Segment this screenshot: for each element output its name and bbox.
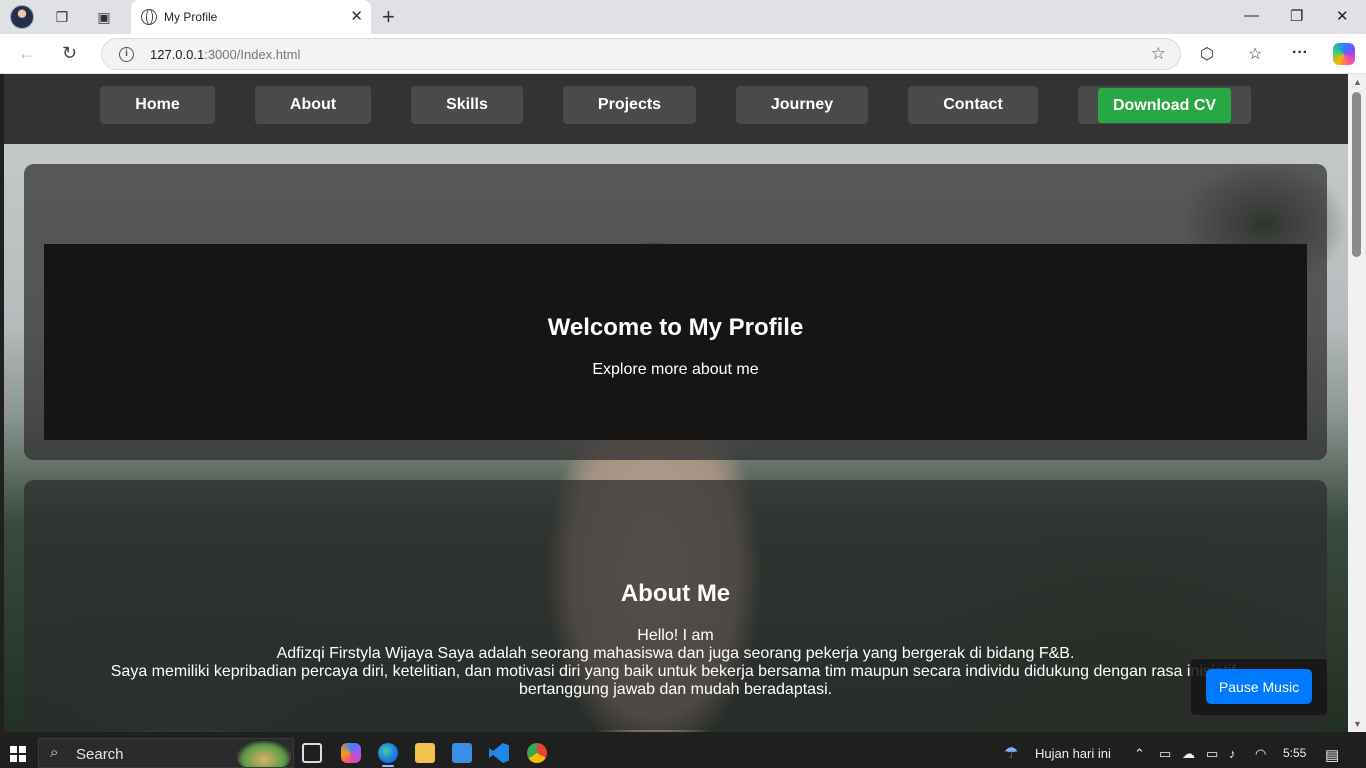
start-button[interactable] (10, 746, 26, 762)
vscode-icon[interactable] (489, 743, 509, 763)
show-hidden-icons-icon[interactable]: ⌃ (1134, 746, 1145, 762)
address-bar[interactable]: i 127.0.0.1:3000/Index.html ☆ (101, 38, 1181, 70)
search-label: Search (76, 746, 124, 763)
new-tab-button[interactable]: + (382, 4, 395, 30)
about-line: Adfizqi Firstyla Wijaya Saya adalah seor… (276, 645, 1075, 662)
tab-title: My Profile (164, 10, 218, 24)
file-explorer-icon[interactable] (415, 743, 435, 763)
tab-actions-icon[interactable]: ▣ (92, 5, 116, 29)
nav-home[interactable]: Home (100, 86, 215, 124)
back-icon[interactable]: ← (18, 43, 36, 64)
clock-time[interactable]: 5:55 (1283, 746, 1306, 760)
workspaces-icon[interactable]: ❐ (50, 5, 74, 29)
search-icon: ⌕ (50, 744, 59, 761)
hero-section: Welcome to My Profile Explore more about… (24, 164, 1327, 460)
scroll-thumb[interactable] (1352, 92, 1361, 257)
address-toolbar: ← ↻ i 127.0.0.1:3000/Index.html ☆ ⬡ ☆ ··… (0, 34, 1366, 74)
page-scrollbar[interactable]: ▲ ▼ (1348, 74, 1366, 732)
globe-icon (141, 9, 157, 25)
site-info-icon[interactable]: i (119, 47, 134, 62)
favorite-star-icon[interactable]: ☆ (1151, 44, 1166, 64)
copilot-taskbar-icon[interactable] (341, 743, 361, 763)
scroll-down-icon[interactable]: ▼ (1353, 719, 1362, 729)
close-window-icon[interactable]: ✕ (1336, 7, 1349, 25)
hero-subtitle: Explore more about me (592, 361, 759, 378)
nav-projects[interactable]: Projects (563, 86, 696, 124)
close-tab-icon[interactable]: ✕ (350, 7, 363, 25)
hero-banner: Welcome to My Profile Explore more about… (44, 244, 1307, 440)
nav-journey[interactable]: Journey (736, 86, 868, 124)
copilot-icon[interactable] (1333, 43, 1355, 65)
meet-icon[interactable]: ▭ (1159, 746, 1171, 762)
reload-icon[interactable]: ↻ (62, 43, 77, 64)
wifi-icon[interactable]: ◠ (1255, 746, 1266, 762)
url-path: :3000/Index.html (204, 47, 301, 62)
url-text: 127.0.0.1:3000/Index.html (150, 47, 300, 62)
site-navbar: Home About Skills Projects Journey Conta… (4, 74, 1348, 144)
battery-icon[interactable]: ▭ (1206, 746, 1218, 762)
about-title: About Me (620, 580, 731, 607)
notifications-icon[interactable]: ▤ (1325, 746, 1339, 764)
extensions-icon[interactable]: ⬡ (1200, 44, 1214, 64)
hero-title: Welcome to My Profile (547, 314, 804, 341)
url-host: 127.0.0.1 (150, 47, 205, 62)
task-view-icon[interactable] (302, 743, 322, 763)
about-section: About Me Hello! I am Adfizqi Firstyla Wi… (24, 480, 1327, 730)
page-viewport: Home About Skills Projects Journey Conta… (4, 74, 1348, 732)
browser-tab-bar: ❐ ▣ My Profile ✕ + — ❐ ✕ (0, 0, 1366, 34)
about-line: Saya memiliki kepribadian percaya diri, … (110, 663, 1241, 680)
onedrive-icon[interactable]: ☁ (1182, 746, 1195, 762)
store-icon[interactable] (452, 743, 472, 763)
tab-my-profile[interactable]: My Profile ✕ (131, 0, 371, 34)
download-cv-button[interactable]: Download CV (1098, 88, 1231, 123)
active-app-indicator (382, 765, 394, 767)
rain-weather-icon[interactable]: ☂ (1004, 743, 1018, 763)
restore-icon[interactable]: ❐ (1290, 7, 1303, 25)
about-line: bertanggung jawab dan mudah beradaptasi. (518, 681, 833, 698)
about-line: Hello! I am (637, 627, 714, 644)
nav-skills[interactable]: Skills (411, 86, 523, 124)
windows-taskbar: ⌕ Search ☂ Hujan hari ini ⌃ ▭ ☁ ▭ ♪ ◠ 5:… (0, 738, 1366, 768)
pause-music-button[interactable]: Pause Music (1206, 669, 1312, 704)
chrome-icon[interactable] (527, 743, 547, 763)
weather-text[interactable]: Hujan hari ini (1035, 746, 1111, 761)
favorites-icon[interactable]: ☆ (1248, 44, 1262, 64)
scroll-up-icon[interactable]: ▲ (1353, 77, 1362, 87)
volume-icon[interactable]: ♪ (1229, 746, 1236, 761)
minimize-icon[interactable]: — (1244, 7, 1259, 24)
nav-about[interactable]: About (255, 86, 371, 124)
search-highlight-image (237, 741, 291, 767)
profile-avatar[interactable] (10, 5, 34, 29)
about-text: Hello! I am Adfizqi Firstyla Wijaya Saya… (104, 627, 1247, 699)
nav-contact[interactable]: Contact (908, 86, 1038, 124)
more-menu-icon[interactable]: ··· (1292, 44, 1308, 62)
edge-icon[interactable] (378, 743, 398, 763)
taskbar-search[interactable]: ⌕ Search (38, 738, 294, 768)
